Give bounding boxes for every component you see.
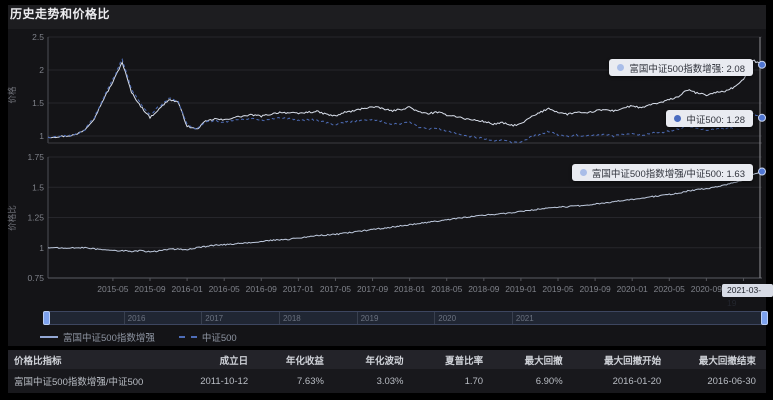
- datazoom-slider[interactable]: 2016 2017 2018 2019 2020 2021: [45, 311, 766, 325]
- tooltip-text: 富国中证500指数增强/中证500: 1.63: [592, 166, 745, 180]
- svg-text:2019-01: 2019-01: [505, 284, 536, 294]
- svg-text:0.75: 0.75: [27, 273, 44, 283]
- table-header-cell: 成立日: [190, 350, 258, 369]
- table-cell: 富国中证500指数增强/中证500: [8, 369, 190, 393]
- svg-text:2017-05: 2017-05: [320, 284, 351, 294]
- axis-pointer-date-label: 2021-03-19: [722, 284, 773, 297]
- legend-line-icon: [40, 336, 58, 338]
- tooltip-text: 富国中证500指数增强: 2.08: [629, 61, 745, 75]
- datazoom-selected-range[interactable]: [46, 312, 765, 324]
- svg-text:1: 1: [39, 243, 44, 253]
- table-cell: 2016-01-20: [573, 369, 672, 393]
- slider-year-mark: 2019: [357, 312, 379, 324]
- svg-text:1: 1: [39, 131, 44, 141]
- series-marker-icon: [580, 169, 587, 176]
- series-marker-icon: [617, 64, 624, 71]
- legend-line-icon: [179, 336, 197, 338]
- svg-text:2020-09: 2020-09: [691, 284, 722, 294]
- svg-text:2018-09: 2018-09: [468, 284, 499, 294]
- svg-text:2020-01: 2020-01: [617, 284, 648, 294]
- svg-text:1.25: 1.25: [27, 213, 44, 223]
- table-cell: 2011-10-12: [190, 369, 258, 393]
- svg-text:2: 2: [39, 65, 44, 75]
- table-cell: 2016-06-30: [671, 369, 766, 393]
- tooltip-index-value: 中证500: 1.28: [666, 110, 753, 127]
- table-cell: 1.70: [414, 369, 494, 393]
- svg-text:2017-09: 2017-09: [357, 284, 388, 294]
- slider-year-mark: 2017: [201, 312, 223, 324]
- table-header-cell: 夏普比率: [414, 350, 494, 369]
- legend-item[interactable]: 富国中证500指数增强: [40, 330, 155, 344]
- table-header-cell: 年化波动: [334, 350, 414, 369]
- table-cell: 6.90%: [493, 369, 573, 393]
- slider-year-mark: 2020: [434, 312, 456, 324]
- slider-year-mark: 2016: [124, 312, 146, 324]
- svg-text:价格: 价格: [7, 86, 17, 104]
- tooltip-ratio-value: 富国中证500指数增强/中证500: 1.63: [572, 164, 753, 181]
- svg-text:2015-05: 2015-05: [97, 284, 128, 294]
- svg-text:2017-01: 2017-01: [283, 284, 314, 294]
- svg-text:2015-09: 2015-09: [134, 284, 165, 294]
- series-marker-icon: [674, 115, 681, 122]
- slider-year-mark: 2021: [512, 312, 534, 324]
- datazoom-right-handle[interactable]: [761, 311, 768, 325]
- table-header-row: 价格比指标成立日年化收益年化波动夏普比率最大回撤最大回撤开始最大回撤结束: [8, 350, 766, 369]
- tooltip-text: 中证500: 1.28: [686, 112, 745, 126]
- tooltip-fund-value: 富国中证500指数增强: 2.08: [609, 59, 753, 76]
- table-header-cell: 最大回撤结束: [671, 350, 766, 369]
- table-cell: 7.63%: [258, 369, 334, 393]
- datazoom-left-handle[interactable]: [43, 311, 50, 325]
- svg-text:1.75: 1.75: [27, 152, 44, 162]
- table-header-cell: 最大回撤开始: [573, 350, 672, 369]
- legend-label: 中证500: [202, 330, 237, 344]
- legend-item[interactable]: 中证500: [179, 330, 237, 344]
- svg-text:2018-05: 2018-05: [431, 284, 462, 294]
- svg-text:2016-01: 2016-01: [171, 284, 202, 294]
- svg-text:1.5: 1.5: [32, 182, 44, 192]
- legend-label: 富国中证500指数增强: [63, 330, 155, 344]
- svg-text:2019-09: 2019-09: [579, 284, 610, 294]
- slider-year-mark: 2018: [279, 312, 301, 324]
- fund-analysis-page: 历史走势和价格比 2.521.51价格1.751.51.2510.75价格比20…: [0, 0, 773, 400]
- trend-and-ratio-chart[interactable]: 2.5 2 1.5 1 价格 1.75 1.5 1.25 1 0.75 价格比 2015-05 2015…: [0, 0, 773, 305]
- svg-text:2016-05: 2016-05: [209, 284, 240, 294]
- table-header-cell: 价格比指标: [8, 350, 190, 369]
- svg-text:2.5: 2.5: [32, 32, 44, 42]
- price-ratio-table: 价格比指标成立日年化收益年化波动夏普比率最大回撤最大回撤开始最大回撤结束 富国中…: [8, 350, 766, 393]
- svg-text:1.5: 1.5: [32, 98, 44, 108]
- svg-text:2018-01: 2018-01: [394, 284, 425, 294]
- table-header-cell: 年化收益: [258, 350, 334, 369]
- table-row: 富国中证500指数增强/中证5002011-10-127.63%3.03%1.7…: [8, 369, 766, 393]
- svg-text:2019-05: 2019-05: [542, 284, 573, 294]
- svg-text:价格比: 价格比: [7, 205, 17, 231]
- svg-text:2020-05: 2020-05: [654, 284, 685, 294]
- chart-legend: 富国中证500指数增强 中证500: [40, 331, 237, 343]
- table-header-cell: 最大回撤: [493, 350, 573, 369]
- svg-text:2016-09: 2016-09: [246, 284, 277, 294]
- table-cell: 3.03%: [334, 369, 414, 393]
